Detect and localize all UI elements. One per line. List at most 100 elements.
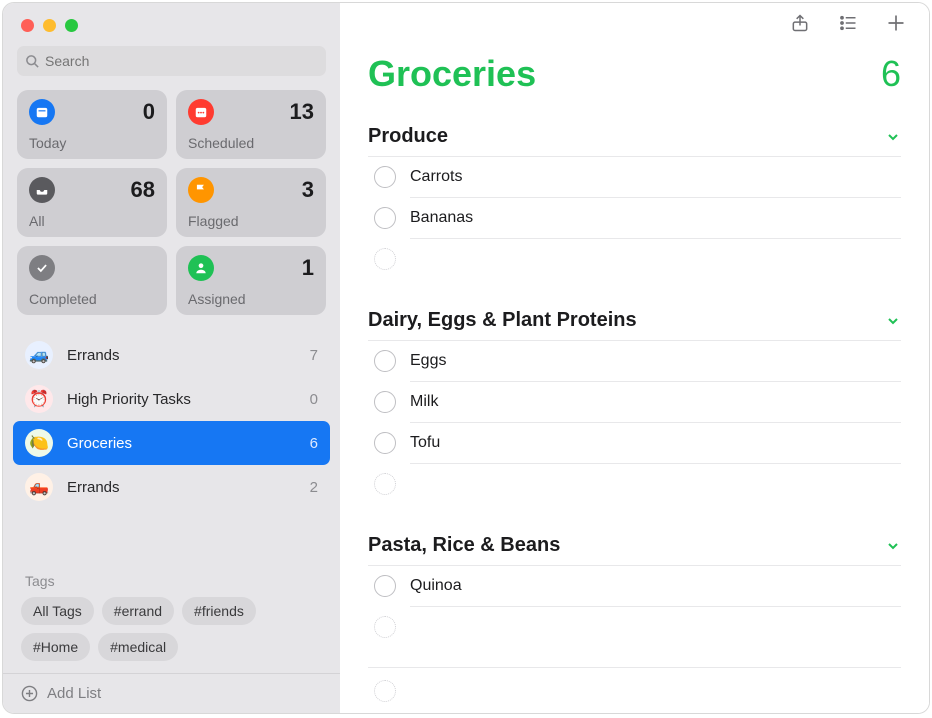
plus-circle-icon bbox=[21, 685, 38, 702]
search-input[interactable] bbox=[45, 53, 318, 69]
reminder-checkbox[interactable] bbox=[374, 391, 396, 413]
smart-flagged-label: Flagged bbox=[188, 213, 314, 229]
reminder-title[interactable]: Milk bbox=[410, 385, 901, 419]
smart-flagged-count: 3 bbox=[302, 177, 314, 203]
list-header: Groceries 6 bbox=[340, 43, 929, 115]
new-reminder-text[interactable] bbox=[410, 251, 901, 267]
tag-home[interactable]: #Home bbox=[21, 633, 90, 661]
add-list-label: Add List bbox=[47, 685, 101, 702]
section-dairy-eggs-plant-proteins: Dairy, Eggs & Plant Proteins Eggs Milk T… bbox=[340, 299, 929, 524]
reminder-title[interactable]: Eggs bbox=[410, 344, 901, 378]
reminder-row[interactable]: Milk bbox=[368, 382, 901, 422]
tags-row: All Tags #errand #friends #Home #medical bbox=[3, 597, 340, 673]
smart-list-today[interactable]: 0 Today bbox=[17, 90, 167, 159]
section-pasta-rice-beans: Pasta, Rice & Beans Quinoa bbox=[340, 524, 929, 667]
reminder-checkbox[interactable] bbox=[374, 166, 396, 188]
smart-list-flagged[interactable]: 3 Flagged bbox=[176, 168, 326, 237]
list-count: 7 bbox=[310, 347, 318, 364]
tags-header: Tags bbox=[3, 561, 340, 597]
share-button[interactable] bbox=[789, 12, 811, 34]
reminder-row[interactable]: Tofu bbox=[368, 423, 901, 463]
reminder-checkbox[interactable] bbox=[374, 432, 396, 454]
person-icon bbox=[188, 255, 214, 281]
sidebar: 0 Today 13 Scheduled 68 bbox=[3, 3, 340, 713]
tray-icon bbox=[29, 177, 55, 203]
new-reminder-text[interactable] bbox=[410, 476, 901, 492]
add-reminder-button[interactable] bbox=[885, 12, 907, 34]
reminder-title[interactable]: Carrots bbox=[410, 160, 901, 194]
toolbar bbox=[340, 3, 929, 43]
chevron-down-icon[interactable] bbox=[885, 313, 901, 329]
section-header[interactable]: Produce bbox=[368, 115, 901, 157]
smart-all-label: All bbox=[29, 213, 155, 229]
reminder-row[interactable]: Bananas bbox=[368, 198, 901, 238]
smart-all-count: 68 bbox=[131, 177, 155, 203]
section-produce: Produce Carrots Bananas bbox=[340, 115, 929, 299]
chevron-down-icon[interactable] bbox=[885, 129, 901, 145]
reminder-title[interactable]: Tofu bbox=[410, 426, 901, 460]
section-title: Produce bbox=[368, 125, 448, 148]
smart-list-assigned[interactable]: 1 Assigned bbox=[176, 246, 326, 315]
reminder-title[interactable]: Bananas bbox=[410, 201, 901, 235]
new-reminder-text[interactable] bbox=[410, 683, 901, 699]
list-title: Groceries bbox=[368, 53, 536, 95]
tag-friends[interactable]: #friends bbox=[182, 597, 256, 625]
smart-scheduled-count: 13 bbox=[290, 99, 314, 125]
tag-medical[interactable]: #medical bbox=[98, 633, 178, 661]
calendar-icon bbox=[188, 99, 214, 125]
list-count: 6 bbox=[310, 435, 318, 452]
sidebar-list-errands[interactable]: 🛻 Errands 2 bbox=[3, 465, 340, 509]
list-name: Errands bbox=[67, 479, 310, 496]
tag-errand[interactable]: #errand bbox=[102, 597, 174, 625]
smart-list-all[interactable]: 68 All bbox=[17, 168, 167, 237]
list-total-count: 6 bbox=[881, 53, 901, 95]
zoom-window-button[interactable] bbox=[65, 19, 78, 32]
calendar-today-icon bbox=[29, 99, 55, 125]
smart-assigned-count: 1 bbox=[302, 255, 314, 281]
list-name: Groceries bbox=[67, 435, 310, 452]
reminder-checkbox[interactable] bbox=[374, 575, 396, 597]
search-icon bbox=[25, 54, 40, 69]
sidebar-list-high-priority-tasks[interactable]: ⏰ High Priority Tasks 0 bbox=[3, 377, 340, 421]
new-reminder-text[interactable] bbox=[410, 619, 901, 635]
section-header[interactable]: Dairy, Eggs & Plant Proteins bbox=[368, 299, 901, 341]
app-window: 0 Today 13 Scheduled 68 bbox=[2, 2, 930, 714]
reminder-row[interactable]: Carrots bbox=[368, 157, 901, 197]
smart-assigned-label: Assigned bbox=[188, 291, 314, 307]
chevron-down-icon[interactable] bbox=[885, 538, 901, 554]
search-field[interactable] bbox=[17, 46, 326, 76]
new-reminder-row[interactable] bbox=[368, 607, 901, 647]
reminder-placeholder-circle bbox=[374, 680, 396, 702]
new-reminder-row[interactable] bbox=[368, 239, 901, 279]
main-pane: Groceries 6 Produce Carrots Bananas Dair… bbox=[340, 3, 929, 713]
reminder-row[interactable]: Eggs bbox=[368, 341, 901, 381]
sidebar-list-errands[interactable]: 🚙 Errands 7 bbox=[3, 333, 340, 377]
close-window-button[interactable] bbox=[21, 19, 34, 32]
smart-today-count: 0 bbox=[143, 99, 155, 125]
reminder-placeholder-circle bbox=[374, 248, 396, 270]
new-reminder-row[interactable] bbox=[368, 667, 901, 713]
add-list-button[interactable]: Add List bbox=[3, 673, 340, 713]
reminder-row[interactable]: Quinoa bbox=[368, 566, 901, 606]
list-name: High Priority Tasks bbox=[67, 391, 310, 408]
reminder-placeholder-circle bbox=[374, 616, 396, 638]
window-controls bbox=[3, 3, 340, 46]
tag-alltags[interactable]: All Tags bbox=[21, 597, 94, 625]
list-count: 0 bbox=[310, 391, 318, 408]
view-options-button[interactable] bbox=[837, 12, 859, 34]
new-reminder-row[interactable] bbox=[368, 464, 901, 504]
sidebar-list-groceries[interactable]: 🍋 Groceries 6 bbox=[13, 421, 330, 465]
section-title: Dairy, Eggs & Plant Proteins bbox=[368, 309, 637, 332]
minimize-window-button[interactable] bbox=[43, 19, 56, 32]
sections: Produce Carrots Bananas Dairy, Eggs & Pl… bbox=[340, 115, 929, 667]
smart-list-completed[interactable]: Completed bbox=[17, 246, 167, 315]
checkmark-icon bbox=[29, 255, 55, 281]
section-header[interactable]: Pasta, Rice & Beans bbox=[368, 524, 901, 566]
smart-list-scheduled[interactable]: 13 Scheduled bbox=[176, 90, 326, 159]
reminder-placeholder-circle bbox=[374, 473, 396, 495]
reminder-checkbox[interactable] bbox=[374, 350, 396, 372]
plus-icon bbox=[886, 13, 906, 33]
reminder-title[interactable]: Quinoa bbox=[410, 569, 901, 603]
reminder-checkbox[interactable] bbox=[374, 207, 396, 229]
section-title: Pasta, Rice & Beans bbox=[368, 534, 560, 557]
